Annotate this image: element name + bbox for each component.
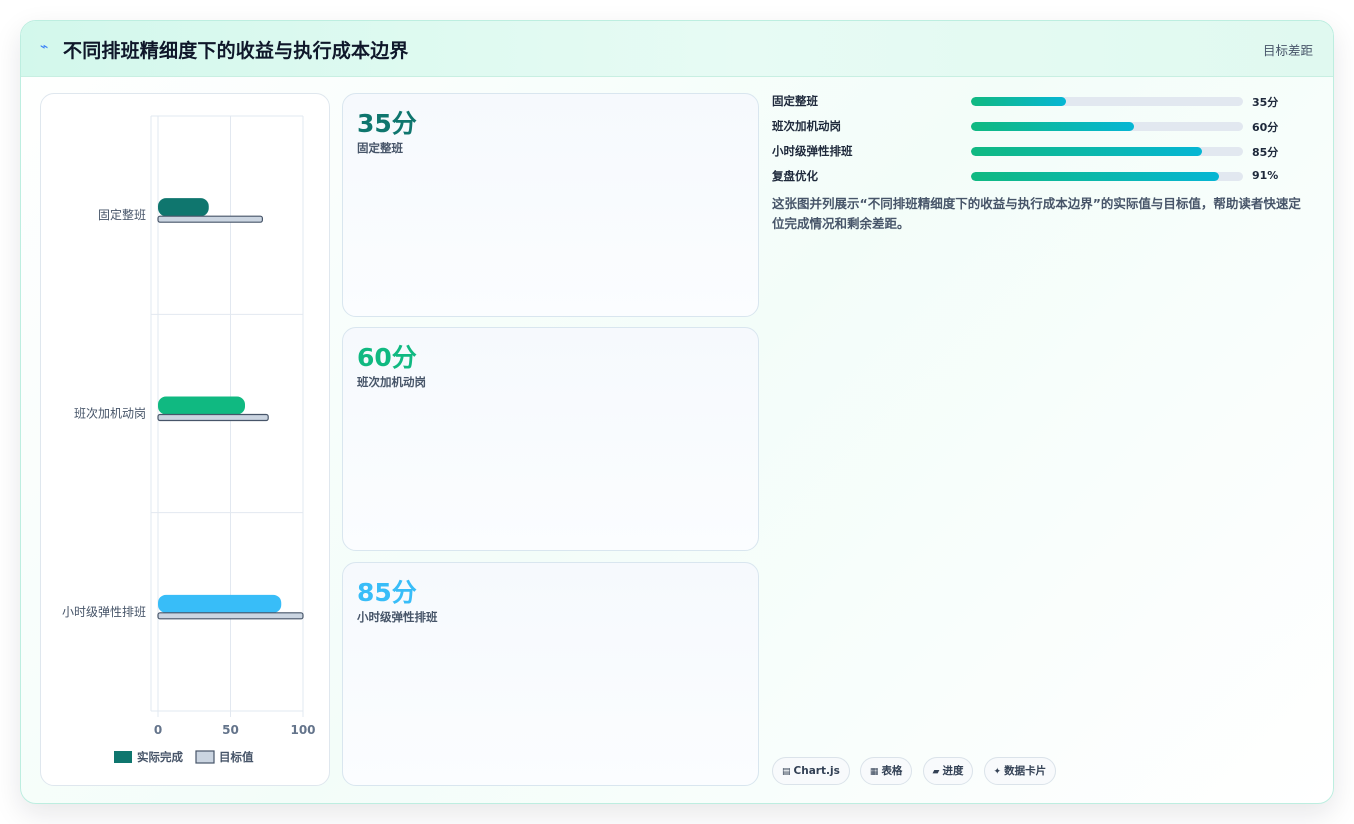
progress-fill	[971, 122, 1135, 131]
x-tick-label: 50	[222, 723, 239, 737]
metric-card: 35分 固定整班	[342, 93, 759, 317]
progress-fill	[971, 147, 1203, 156]
chip-label: 数据卡片	[1004, 765, 1047, 777]
table-icon: ▦	[869, 767, 879, 777]
progress-row: 固定整班 35分	[772, 93, 1312, 111]
progress-track	[971, 97, 1243, 106]
metric-label: 班次加机动岗	[357, 375, 426, 389]
panel-title: 不同排班精细度下的收益与执行成本边界	[63, 40, 409, 62]
legend-swatch-target	[195, 750, 215, 764]
legend-swatch-actual	[114, 751, 132, 763]
progress-label: 班次加机动岗	[772, 119, 841, 133]
metric-card: 85分 小时级弹性排班	[342, 562, 759, 786]
bar-chart-card: 固定整班班次加机动岗小时级弹性排班 0 50 100 实际完成 目标值	[40, 93, 330, 786]
tag-chips: ▤ Chart.js ▦ 表格 ▰ 进度 ✦ 数据卡片	[772, 757, 1061, 785]
progress-value: 60分	[1252, 121, 1279, 134]
y-tick-label: 班次加机动岗	[74, 407, 146, 421]
progress-track	[971, 147, 1243, 156]
legend-label-target: 目标值	[219, 750, 254, 764]
progress-row: 复盘优化 91%	[772, 168, 1312, 186]
progress-fill	[971, 97, 1067, 106]
legend-label-actual: 实际完成	[137, 750, 183, 764]
chip-chartjs[interactable]: ▤ Chart.js	[772, 757, 850, 785]
progress-value: 35分	[1252, 96, 1279, 109]
x-tick-label: 100	[290, 723, 315, 737]
y-tick-label: 小时级弹性排班	[62, 605, 146, 619]
bar-chart: 固定整班班次加机动岗小时级弹性排班 0 50 100 实际完成 目标值	[62, 115, 316, 764]
x-tick-label: 0	[154, 723, 162, 737]
progress-label: 固定整班	[772, 94, 818, 108]
metric-value: 85分	[357, 578, 417, 607]
progress-fill	[971, 172, 1219, 181]
progress-icon: ▰	[932, 767, 940, 777]
metric-label: 小时级弹性排班	[357, 610, 438, 624]
progress-panel: 固定整班 35分 班次加机动岗 60分 小时级弹性排班 85分 复盘优化 91%…	[772, 93, 1312, 793]
panel-header: ⌁ 不同排班精细度下的收益与执行成本边界 目标差距	[21, 21, 1333, 77]
bar-target	[157, 215, 264, 223]
progress-value: 85分	[1252, 146, 1279, 159]
bar-target	[157, 413, 269, 422]
dashboard-panel: ⌁ 不同排班精细度下的收益与执行成本边界 目标差距 固定整班 班次加机动岗 小时级弹…	[20, 20, 1334, 804]
metric-card: 60分 班次加机动岗	[342, 327, 759, 551]
bar-actual	[158, 396, 245, 415]
metric-value: 35分	[357, 109, 417, 138]
sparkle-icon: ✦	[993, 767, 1002, 777]
bar-actual	[158, 594, 282, 613]
lightning-icon: ⌁	[40, 39, 49, 55]
chart-icon: ▤	[782, 767, 791, 777]
bar-actual	[158, 198, 209, 217]
progress-value: 91%	[1252, 169, 1279, 182]
chip-data-cards[interactable]: ✦ 数据卡片	[983, 757, 1057, 785]
metric-label: 固定整班	[357, 141, 403, 155]
progress-track	[971, 172, 1243, 181]
chip-label: 进度	[942, 765, 964, 777]
bar-target	[157, 612, 304, 620]
progress-row: 班次加机动岗 60分	[772, 118, 1312, 136]
chart-description: 这张图并列展示“不同排班精细度下的收益与执行成本边界”的实际值与目标值，帮助读者…	[772, 196, 1301, 231]
chip-label: Chart.js	[793, 765, 840, 777]
metric-value: 60分	[357, 343, 417, 372]
y-tick-label: 固定整班	[98, 207, 146, 222]
chip-progress[interactable]: ▰ 进度	[922, 757, 974, 785]
chip-label: 表格	[881, 765, 903, 777]
chip-table[interactable]: ▦ 表格	[859, 757, 913, 785]
progress-row: 小时级弹性排班 85分	[772, 143, 1312, 161]
panel-subtitle: 目标差距	[1262, 43, 1313, 58]
progress-label: 复盘优化	[772, 169, 818, 183]
progress-label: 小时级弹性排班	[772, 144, 853, 158]
progress-track	[971, 122, 1243, 131]
